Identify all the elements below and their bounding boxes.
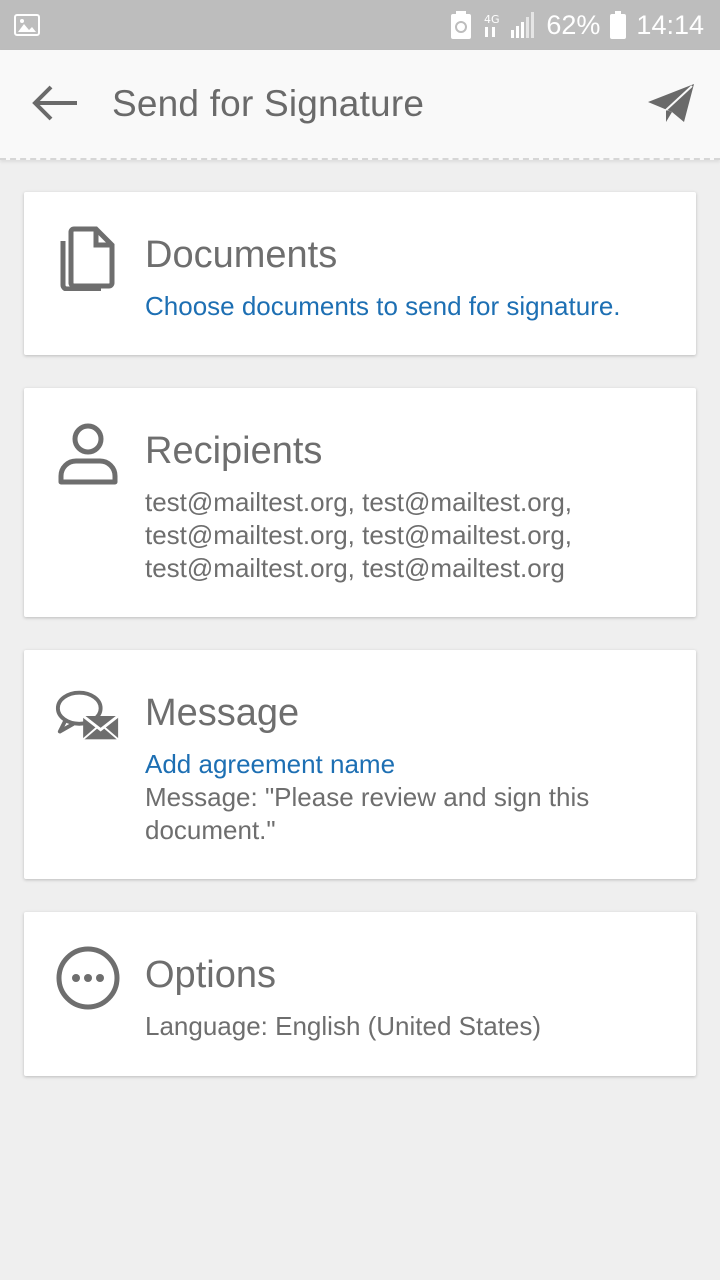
person-icon xyxy=(54,420,122,488)
options-card[interactable]: Options Language: English (United States… xyxy=(24,912,696,1076)
add-agreement-name-link[interactable]: Add agreement name xyxy=(145,748,675,781)
language-setting: Language: English (United States) xyxy=(145,1011,542,1041)
recipients-list: test@mailtest.org, test@mailtest.org, te… xyxy=(145,486,675,585)
message-card[interactable]: Message Add agreement name Message: "Ple… xyxy=(24,650,696,879)
more-icon xyxy=(54,944,122,1012)
svg-text:4G: 4G xyxy=(484,13,500,26)
app-bar: Send for Signature xyxy=(0,50,720,160)
message-text-line: Message: "Please review and sign this xyxy=(145,782,590,812)
signal-icon xyxy=(510,12,536,38)
page-title: Send for Signature xyxy=(112,83,425,124)
battery-percent: 62% xyxy=(546,9,601,40)
recipients-card[interactable]: Recipients test@mailtest.org, test@mailt… xyxy=(24,388,696,617)
documents-heading: Documents xyxy=(145,234,338,276)
paper-plane-icon xyxy=(646,82,696,129)
message-heading: Message xyxy=(145,692,300,734)
image-icon xyxy=(14,14,40,36)
battery-icon xyxy=(610,11,627,39)
chat-mail-icon xyxy=(54,682,122,750)
message-text-line: document." xyxy=(145,815,276,845)
options-heading: Options xyxy=(145,954,276,996)
status-bar: 4G 62% 14:14 xyxy=(0,0,720,50)
back-button[interactable] xyxy=(30,84,80,126)
recycle-icon xyxy=(450,11,472,39)
recipients-line: test@mailtest.org, test@mailtest.org, xyxy=(145,487,573,517)
choose-documents-link[interactable]: Choose documents to send for signature. xyxy=(145,290,675,323)
clock: 14:14 xyxy=(636,9,704,40)
documents-icon xyxy=(54,224,122,292)
recipients-heading: Recipients xyxy=(145,430,323,472)
recipients-line: test@mailtest.org, test@mailtest.org xyxy=(145,553,565,583)
arrow-left-icon xyxy=(31,85,79,126)
data-4g-icon: 4G xyxy=(482,11,500,39)
recipients-line: test@mailtest.org, test@mailtest.org, xyxy=(145,520,573,550)
documents-card[interactable]: Documents Choose documents to send for s… xyxy=(24,192,696,355)
send-button[interactable] xyxy=(644,82,698,128)
